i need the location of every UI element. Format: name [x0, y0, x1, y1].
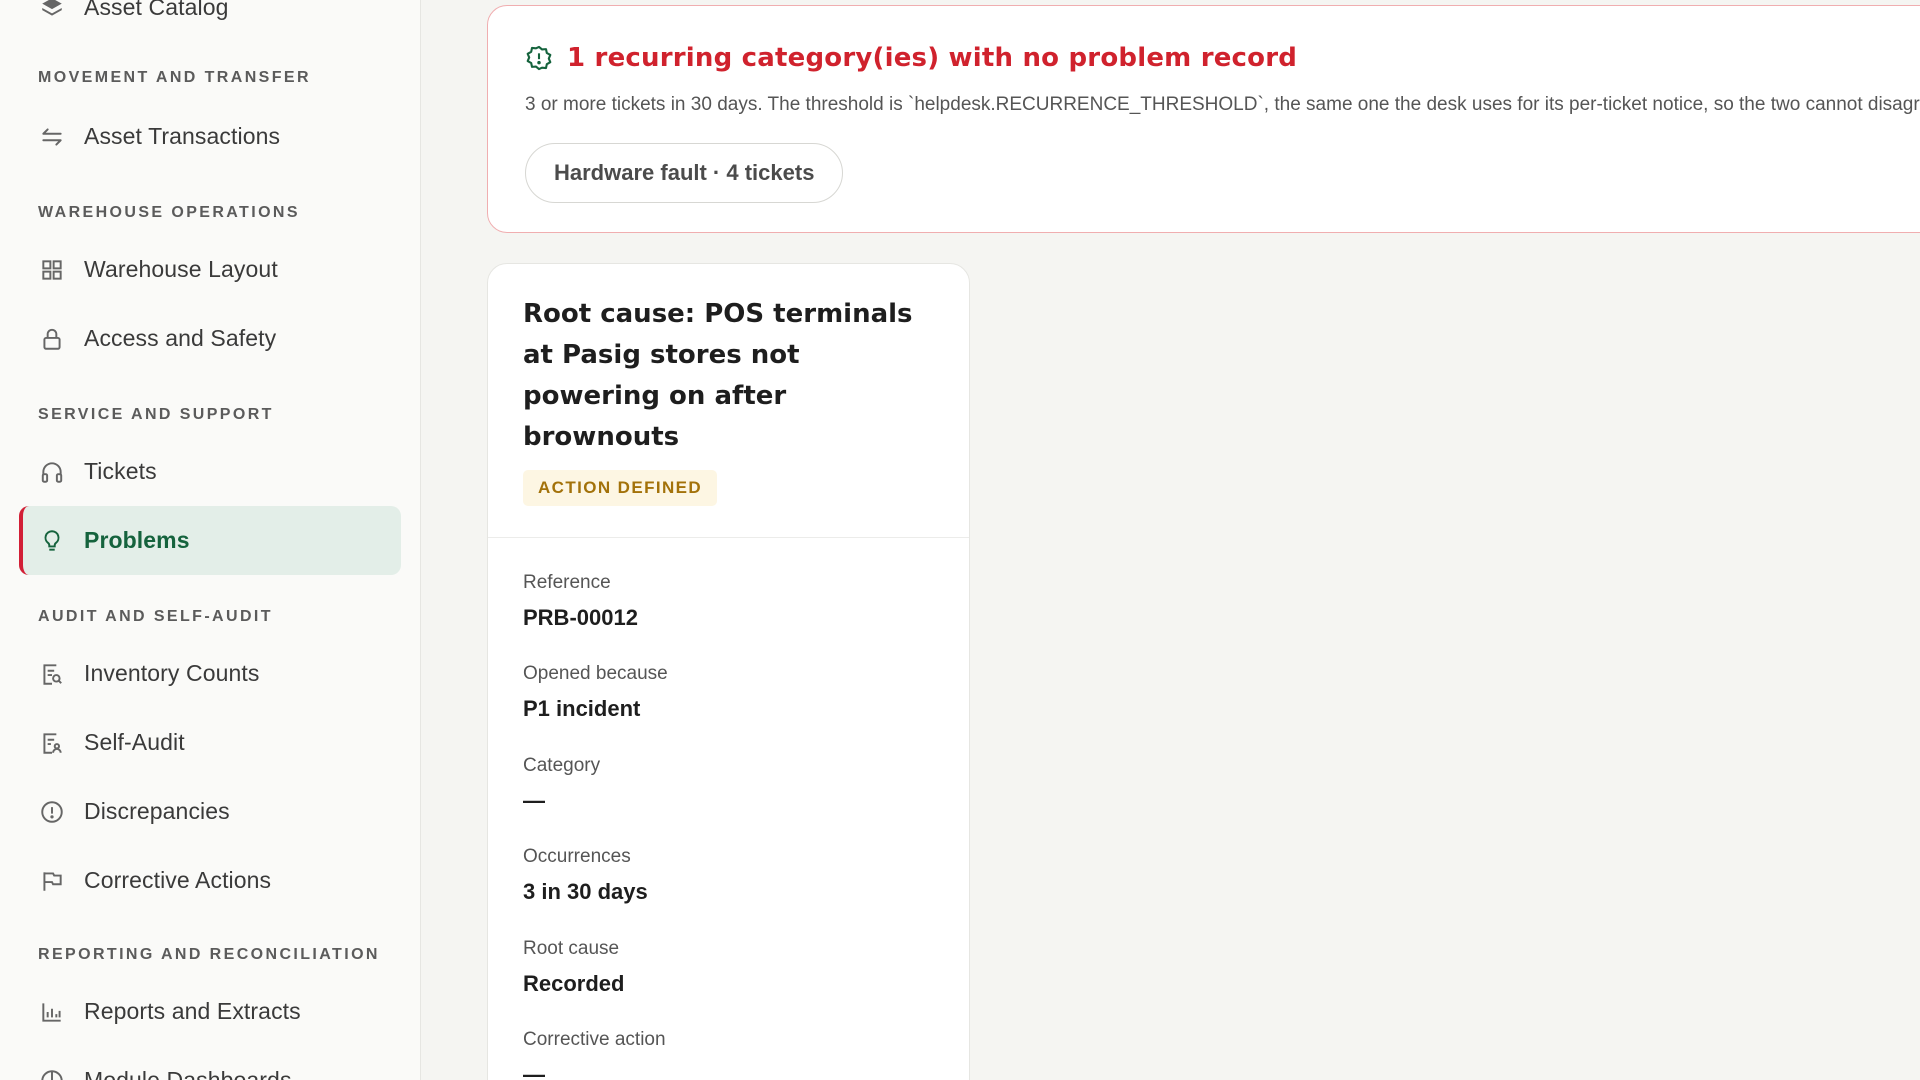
field-value: PRB-00012 [523, 605, 638, 630]
recurring-alert-card: 1 recurring category(ies) with no proble… [487, 5, 1920, 233]
lock-icon [39, 326, 65, 352]
sidebar-item-reports-extracts[interactable]: Reports and Extracts [19, 977, 401, 1046]
sidebar-item-warehouse-layout[interactable]: Warehouse Layout [19, 235, 401, 304]
field-label: Opened because [523, 663, 668, 684]
field-label: Occurrences [523, 846, 631, 867]
sidebar-item-label: Asset Transactions [84, 123, 281, 149]
grid-icon [39, 257, 65, 283]
field-value: — [523, 1062, 545, 1080]
field-label: Reference [523, 572, 611, 593]
section-label-reporting: REPORTING AND RECONCILIATION [38, 946, 380, 963]
sidebar-item-label: Asset Catalog [84, 0, 229, 20]
transfer-arrows-icon [39, 124, 65, 150]
section-label-warehouse: WAREHOUSE OPERATIONS [38, 204, 300, 221]
field-value: — [523, 788, 545, 813]
field-value: P1 incident [523, 696, 641, 721]
sidebar-item-asset-catalog[interactable]: Asset Catalog [19, 0, 401, 42]
field-opened-because: Opened because P1 incident [523, 663, 668, 722]
sidebar-item-module-dashboards[interactable]: Module Dashboards [19, 1046, 401, 1080]
headset-icon [39, 459, 65, 485]
sidebar-item-discrepancies[interactable]: Discrepancies [19, 777, 401, 846]
sidebar-item-label: Corrective Actions [84, 867, 272, 893]
field-label: Category [523, 755, 601, 776]
card-divider [488, 537, 969, 538]
field-value: Recorded [523, 971, 625, 996]
self-audit-icon [39, 730, 65, 756]
sidebar-item-label: Module Dashboards [84, 1067, 292, 1080]
sidebar-item-label: Inventory Counts [84, 660, 260, 686]
section-label-movement: MOVEMENT AND TRANSFER [38, 69, 311, 86]
alert-circle-icon [39, 799, 65, 825]
sidebar-item-asset-transactions[interactable]: Asset Transactions [19, 102, 401, 171]
section-label-service: SERVICE AND SUPPORT [38, 406, 274, 423]
field-value: 3 in 30 days [523, 879, 648, 904]
sidebar-item-label: Self-Audit [84, 729, 185, 755]
field-label: Corrective action [523, 1029, 666, 1050]
sidebar: Asset Catalog MOVEMENT AND TRANSFER Asse… [0, 0, 421, 1080]
field-label: Root cause [523, 938, 620, 959]
count-sheet-icon [39, 661, 65, 687]
sidebar-item-access-safety[interactable]: Access and Safety [19, 304, 401, 373]
sidebar-item-label: Access and Safety [84, 325, 277, 351]
problem-card[interactable]: Root cause: POS terminals at Pasig store… [487, 263, 970, 1080]
category-chip-hardware-fault[interactable]: Hardware fault · 4 tickets [525, 143, 844, 203]
box-stack-icon [39, 0, 65, 21]
sidebar-item-label: Tickets [84, 458, 157, 484]
sidebar-item-inventory-counts[interactable]: Inventory Counts [19, 639, 401, 708]
section-label-audit: AUDIT AND SELF-AUDIT [38, 608, 273, 625]
bar-chart-icon [39, 999, 65, 1025]
sidebar-item-problems[interactable]: Problems [19, 506, 401, 575]
field-root-cause: Root cause Recorded [523, 938, 624, 997]
sidebar-item-label: Discrepancies [84, 798, 230, 824]
alert-description: 3 or more tickets in 30 days. The thresh… [525, 94, 1920, 115]
field-corrective-action: Corrective action — [523, 1029, 666, 1080]
sidebar-item-label: Warehouse Layout [84, 256, 278, 282]
problem-title: Root cause: POS terminals at Pasig store… [523, 299, 913, 452]
field-category: Category — [523, 755, 600, 814]
sidebar-item-label: Reports and Extracts [84, 998, 301, 1024]
flag-icon [39, 868, 65, 894]
status-badge: ACTION DEFINED [523, 470, 718, 506]
field-reference: Reference PRB-00012 [523, 572, 638, 631]
lightbulb-icon [39, 528, 65, 554]
sidebar-item-tickets[interactable]: Tickets [19, 437, 401, 506]
field-occurrences: Occurrences 3 in 30 days [523, 846, 648, 905]
alert-title-row: 1 recurring category(ies) with no proble… [525, 43, 1297, 73]
sidebar-item-corrective-actions[interactable]: Corrective Actions [19, 846, 401, 915]
alert-title: 1 recurring category(ies) with no proble… [567, 43, 1298, 73]
sidebar-item-label: Problems [84, 527, 190, 553]
sidebar-item-self-audit[interactable]: Self-Audit [19, 708, 401, 777]
pie-chart-icon [39, 1068, 65, 1080]
warning-badge-icon [525, 44, 553, 72]
